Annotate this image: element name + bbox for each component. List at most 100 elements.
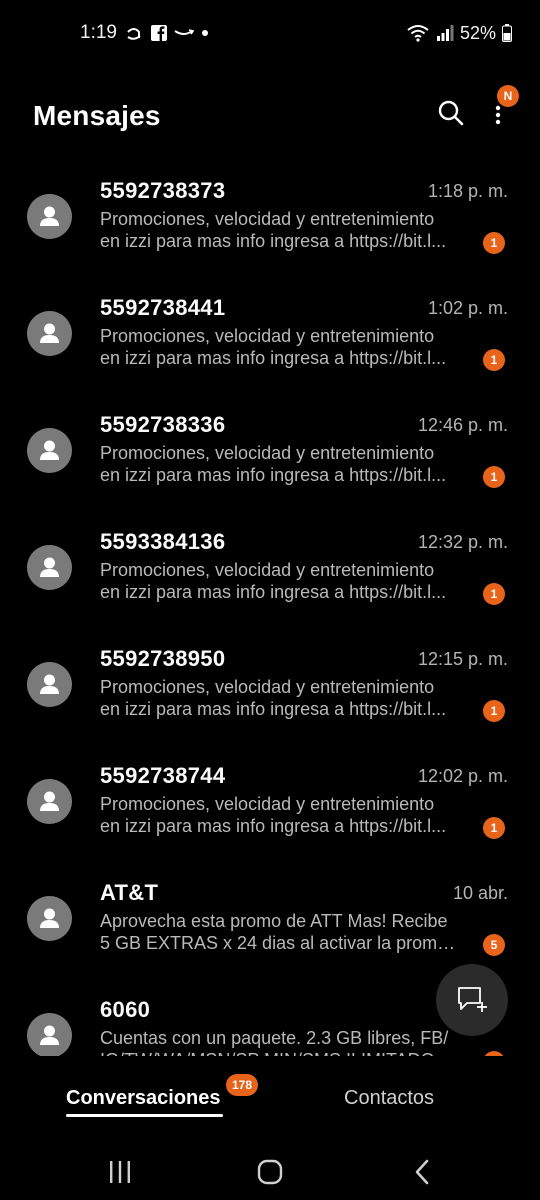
- unread-badge: 1: [483, 349, 505, 371]
- person-icon: [40, 440, 59, 460]
- back-icon: [415, 1159, 429, 1185]
- unread-badge: 1: [483, 817, 505, 839]
- conversation-preview: Promociones, velocidad y entretenimiento…: [100, 325, 465, 369]
- unread-badge: 22: [483, 1051, 505, 1056]
- conversation-time: 12:46 p. m.: [417, 415, 508, 435]
- conversation-preview: Cuentas con un paquete. 2.3 GB libres, F…: [100, 1027, 465, 1056]
- notification-badge: N: [497, 85, 519, 107]
- unread-badge: 5: [483, 934, 505, 956]
- status-bar: 1:19 52%: [0, 0, 540, 64]
- preview-line-2: en izzi para mas info ingresa a https://…: [100, 582, 447, 602]
- preview-line-2: en izzi para mas info ingresa a https://…: [100, 699, 447, 719]
- preview-line-2: en izzi para mas info ingresa a https://…: [100, 348, 447, 368]
- home-icon: [257, 1159, 283, 1185]
- conversation-preview: Promociones, velocidad y entretenimiento…: [100, 442, 465, 486]
- preview-line-1: Aprovecha esta promo de ATT Mas! Recibe: [100, 911, 448, 931]
- preview-line-1: Promociones, velocidad y entretenimiento: [100, 326, 435, 346]
- conversation-time: 1:18 p. m.: [427, 181, 508, 201]
- conversation-name: 5592738373: [100, 178, 226, 203]
- contact-avatar[interactable]: [27, 428, 72, 473]
- active-tab-indicator: [66, 1114, 223, 1117]
- conversation-item[interactable]: 5592738373 1:18 p. m. Promociones, veloc…: [0, 162, 540, 279]
- tab-conversations[interactable]: Conversaciones: [66, 1087, 221, 1110]
- preview-line-2: en izzi para mas info ingresa a https://…: [100, 816, 447, 836]
- search-button[interactable]: [436, 98, 466, 128]
- person-icon: [40, 1025, 59, 1045]
- back-button[interactable]: [408, 1158, 436, 1186]
- conversation-name: AT&T: [100, 880, 159, 905]
- amazon-icon: [127, 28, 141, 40]
- conversation-item[interactable]: 5593384136 12:32 p. m. Promociones, velo…: [0, 513, 540, 630]
- person-icon: [40, 557, 59, 577]
- person-icon: [40, 674, 59, 694]
- preview-line-2: en izzi para mas info ingresa a https://…: [100, 465, 447, 485]
- conversation-time: 10 abr.: [452, 883, 508, 903]
- preview-line-2: IG/TW/WA/MSN/SP MIN/SMS ILIMITADO: [100, 1049, 465, 1056]
- conversation-time: 12:02 p. m.: [417, 766, 508, 786]
- preview-line-1: Promociones, velocidad y entretenimiento: [100, 560, 435, 580]
- bottom-tab-bar: Conversaciones 178 Contactos: [0, 1064, 540, 1124]
- preview-line-1: Promociones, velocidad y entretenimiento: [100, 209, 435, 229]
- wifi-icon: [407, 25, 429, 42]
- unread-badge: 1: [483, 700, 505, 722]
- contact-avatar[interactable]: [27, 779, 72, 824]
- preview-line-1: Promociones, velocidad y entretenimiento: [100, 794, 435, 814]
- conversation-item[interactable]: 5592738950 12:15 p. m. Promociones, velo…: [0, 630, 540, 747]
- person-icon: [40, 908, 59, 928]
- contact-avatar[interactable]: [27, 194, 72, 239]
- conversation-name: 5592738744: [100, 763, 226, 788]
- person-icon: [40, 206, 59, 226]
- conversation-name: 5592738441: [100, 295, 226, 320]
- conversation-preview: Promociones, velocidad y entretenimiento…: [100, 208, 465, 252]
- contact-avatar[interactable]: [27, 662, 72, 707]
- person-icon: [40, 323, 59, 343]
- search-icon: [438, 100, 464, 126]
- signal-icon: [436, 25, 454, 41]
- preview-line-1: Promociones, velocidad y entretenimiento: [100, 443, 435, 463]
- conversation-name: 5592738950: [100, 646, 226, 671]
- preview-line-2: 5 GB EXTRAS x 24 dias al activar la prom…: [100, 933, 465, 953]
- conversation-preview: Promociones, velocidad y entretenimiento…: [100, 559, 465, 603]
- unread-badge: 1: [483, 466, 505, 488]
- contact-avatar[interactable]: [27, 896, 72, 941]
- battery-icon: [502, 24, 512, 42]
- status-system-icons: 52%: [406, 22, 512, 44]
- amazon-smile-icon: [174, 29, 194, 35]
- status-time: 1:19: [80, 22, 117, 43]
- compose-message-icon: [458, 987, 487, 1012]
- recents-button[interactable]: [106, 1158, 134, 1186]
- conversation-name: 6060: [100, 997, 151, 1022]
- preview-line-1: Cuentas con un paquete. 2.3 GB libres, F…: [100, 1028, 449, 1048]
- conversation-name: 5593384136: [100, 529, 226, 554]
- contact-avatar[interactable]: [27, 311, 72, 356]
- conversation-preview: Aprovecha esta promo de ATT Mas! Recibe …: [100, 910, 465, 954]
- conversation-item[interactable]: AT&T 10 abr. Aprovecha esta promo de ATT…: [0, 864, 540, 981]
- home-button[interactable]: [256, 1158, 284, 1186]
- preview-line-1: Promociones, velocidad y entretenimiento: [100, 677, 435, 697]
- conversation-preview: Promociones, velocidad y entretenimiento…: [100, 676, 465, 720]
- conversation-item[interactable]: 5592738336 12:46 p. m. Promociones, velo…: [0, 396, 540, 513]
- conversation-name: 5592738336: [100, 412, 226, 437]
- recents-icon: [110, 1161, 130, 1183]
- battery-percent: 52%: [459, 22, 496, 43]
- conversation-item[interactable]: 5592738441 1:02 p. m. Promociones, veloc…: [0, 279, 540, 396]
- tab-contacts[interactable]: Contactos: [344, 1087, 434, 1110]
- contact-avatar[interactable]: [27, 1013, 72, 1056]
- page-title: Mensajes: [33, 100, 161, 131]
- status-notification-icons: [124, 22, 210, 44]
- person-icon: [40, 791, 59, 811]
- conversation-preview: Promociones, velocidad y entretenimiento…: [100, 793, 465, 837]
- unread-badge: 1: [483, 583, 505, 605]
- conversation-time: 12:15 p. m.: [417, 649, 508, 669]
- conversation-item[interactable]: 5592738744 12:02 p. m. Promociones, velo…: [0, 747, 540, 864]
- new-message-button[interactable]: [436, 964, 508, 1036]
- contact-avatar[interactable]: [27, 545, 72, 590]
- app-header: Mensajes: [0, 80, 540, 152]
- conversation-time: 1:02 p. m.: [427, 298, 508, 318]
- dot-icon: [202, 30, 208, 36]
- conversation-time: 12:32 p. m.: [417, 532, 508, 552]
- unread-badge: 1: [483, 232, 505, 254]
- preview-line-2: en izzi para mas info ingresa a https://…: [100, 231, 447, 251]
- conversation-list[interactable]: 5592738373 1:18 p. m. Promociones, veloc…: [0, 162, 540, 1056]
- conversations-count-badge: 178: [226, 1074, 259, 1096]
